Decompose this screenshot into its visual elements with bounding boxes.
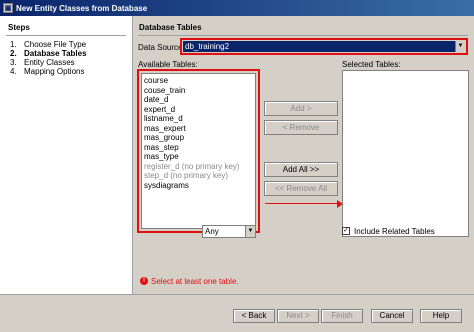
available-tables-list[interactable]: course couse_train date_d expert_d listname_… — [141, 73, 256, 229]
annotation-arrow-line — [265, 203, 341, 204]
remove-button[interactable]: < Remove — [264, 120, 338, 135]
footer: < Back Next > Finish Cancel Help — [0, 294, 474, 332]
selected-tables-list[interactable] — [342, 70, 469, 237]
table-list-item[interactable]: mas_type — [144, 152, 255, 162]
step-item: 4. Mapping Options — [10, 67, 85, 76]
chevron-down-icon[interactable]: ▼ — [245, 226, 255, 237]
selected-tables-label: Selected Tables: — [342, 60, 401, 69]
cancel-button[interactable]: Cancel — [371, 309, 413, 323]
app-icon: ▣ — [3, 3, 13, 13]
steps-divider — [6, 35, 126, 36]
back-button[interactable]: < Back — [233, 309, 275, 323]
include-related-checkbox[interactable]: ✓ — [342, 227, 350, 235]
add-all-button[interactable]: Add All >> — [264, 162, 338, 177]
data-source-select[interactable]: db_training2 ▼ — [183, 41, 465, 52]
table-list-item[interactable]: sysdiagrams — [144, 181, 255, 191]
table-list-item[interactable]: register_d (no primary key) — [144, 162, 255, 172]
error-message-row: ! Select at least one table. — [140, 276, 239, 286]
step-item: 3. Entity Classes — [10, 58, 75, 67]
step-item-current: 2. Database Tables — [10, 49, 87, 58]
table-filter-select[interactable]: Any ▼ — [202, 225, 256, 238]
chevron-down-icon[interactable]: ▼ — [455, 41, 465, 52]
table-filter-value: Any — [205, 227, 219, 236]
table-list-item[interactable]: couse_train — [144, 86, 255, 96]
steps-panel: Steps 1. Choose File Type 2. Database Tabl… — [0, 16, 133, 294]
available-tables-label: Available Tables: — [138, 60, 198, 69]
table-list-item[interactable]: expert_d — [144, 105, 255, 115]
data-source-value: db_training2 — [185, 42, 230, 51]
include-related-row[interactable]: ✓ Include Related Tables — [342, 226, 435, 236]
table-list-item[interactable]: course — [144, 76, 255, 86]
finish-button[interactable]: Finish — [321, 309, 363, 323]
help-button[interactable]: Help — [420, 309, 462, 323]
step-item: 1. Choose File Type — [10, 40, 87, 49]
table-list-item[interactable]: mas_step — [144, 143, 255, 153]
error-icon: ! — [140, 277, 148, 285]
error-message: Select at least one table. — [151, 276, 239, 286]
page-title: Database Tables — [139, 23, 202, 32]
step-list: 1. Choose File Type 2. Database Tables 3. E… — [0, 40, 132, 76]
available-tables-highlight: course couse_train date_d expert_d listname_… — [137, 69, 260, 233]
title-bar: ▣ New Entity Classes from Database — [0, 0, 474, 16]
data-source-label: Data Source: — [138, 43, 185, 52]
table-list-item[interactable]: date_d — [144, 95, 255, 105]
steps-title: Steps — [8, 23, 30, 32]
title-divider — [138, 35, 468, 36]
table-list-item[interactable]: listname_d — [144, 114, 255, 124]
table-list-item[interactable]: mas_expert — [144, 124, 255, 134]
main-panel: Database Tables Data Source: db_training… — [134, 16, 474, 294]
table-list-item[interactable]: mas_group — [144, 133, 255, 143]
data-source-highlight: db_training2 ▼ — [180, 38, 468, 55]
include-related-label: Include Related Tables — [354, 226, 435, 236]
remove-all-button[interactable]: << Remove All — [264, 181, 338, 196]
table-list-item[interactable]: step_d (no primary key) — [144, 171, 255, 181]
add-button[interactable]: Add > — [264, 101, 338, 116]
window-title: New Entity Classes from Database — [16, 3, 148, 13]
next-button[interactable]: Next > — [277, 309, 319, 323]
